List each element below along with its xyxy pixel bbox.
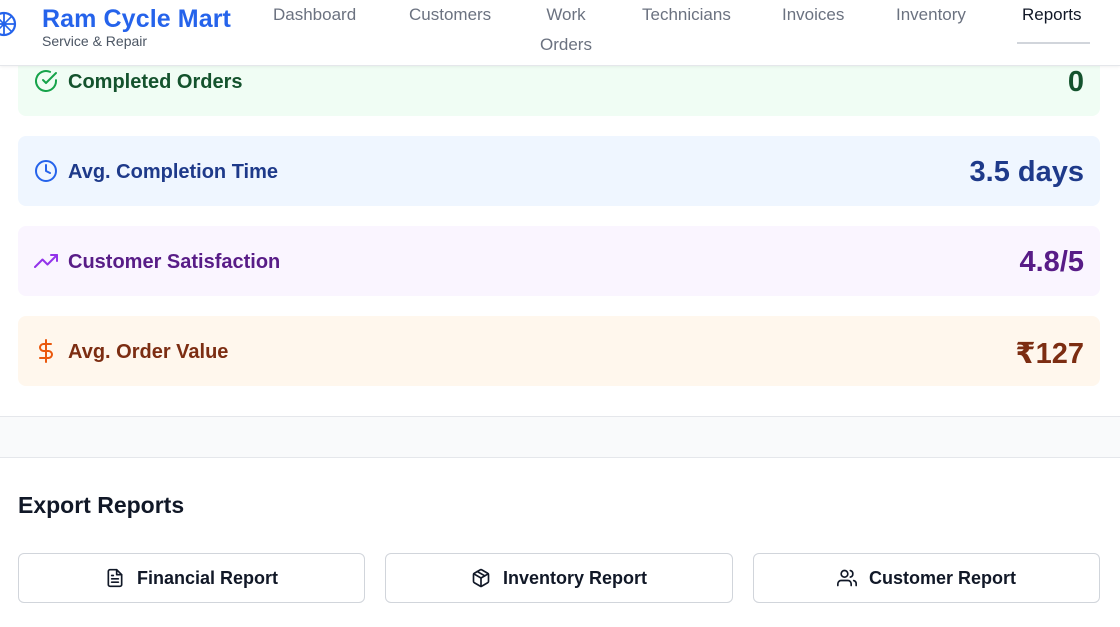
nav-customers[interactable]: Customers	[409, 0, 491, 30]
completed-orders-label: Completed Orders	[68, 71, 243, 93]
bicycle-wheel-icon	[0, 11, 17, 37]
section-divider	[0, 416, 1120, 458]
customer-satisfaction-label: Customer Satisfaction	[68, 251, 281, 273]
export-reports-heading: Export Reports	[18, 492, 185, 518]
nav-technicians[interactable]: Technicians	[642, 0, 731, 30]
nav-dashboard[interactable]: Dashboard	[273, 0, 356, 30]
avg-order-value-value: ₹127	[1015, 338, 1084, 370]
customer-report-label: Customer Report	[868, 567, 1016, 588]
file-text-icon	[107, 568, 123, 588]
nav-work-orders[interactable]: Work Orders	[538, 0, 594, 60]
check-circle-icon	[35, 70, 57, 92]
clock-icon	[35, 160, 57, 182]
nav-work-orders-line2: Orders	[540, 35, 592, 54]
top-header: Ram Cycle Mart Service & Repair Dashboar…	[0, 0, 1120, 66]
brand[interactable]: Ram Cycle Mart Service & Repair	[42, 4, 231, 49]
package-icon	[472, 568, 490, 588]
nav-reports[interactable]: Reports	[1022, 0, 1082, 30]
nav-invoices[interactable]: Invoices	[782, 0, 844, 30]
active-nav-indicator	[1017, 42, 1090, 44]
users-icon	[836, 569, 857, 587]
avg-order-value-label: Avg. Order Value	[68, 341, 229, 363]
customer-satisfaction-card: Customer Satisfaction 4.8/5	[18, 226, 1100, 296]
completed-orders-value: 0	[1067, 66, 1084, 98]
brand-subtitle: Service & Repair	[42, 33, 148, 49]
financial-report-label: Financial Report	[136, 567, 279, 588]
avg-completion-time-label: Avg. Completion Time	[68, 161, 279, 183]
dollar-sign-icon	[39, 339, 53, 363]
avg-completion-time-card: Avg. Completion Time 3.5 days	[18, 136, 1100, 206]
brand-title: Ram Cycle Mart	[42, 5, 231, 33]
customer-satisfaction-value: 4.8/5	[1019, 246, 1085, 278]
trending-up-icon	[34, 254, 58, 268]
financial-report-button[interactable]: Financial Report	[18, 553, 365, 603]
inventory-report-button[interactable]: Inventory Report	[385, 553, 733, 603]
avg-completion-time-value: 3.5 days	[969, 156, 1084, 188]
avg-order-value-card: Avg. Order Value ₹127	[18, 316, 1100, 386]
customer-report-button[interactable]: Customer Report	[753, 553, 1100, 603]
inventory-report-label: Inventory Report	[502, 567, 648, 588]
nav-inventory[interactable]: Inventory	[896, 0, 966, 30]
nav-work-orders-line1: Work	[546, 5, 586, 24]
